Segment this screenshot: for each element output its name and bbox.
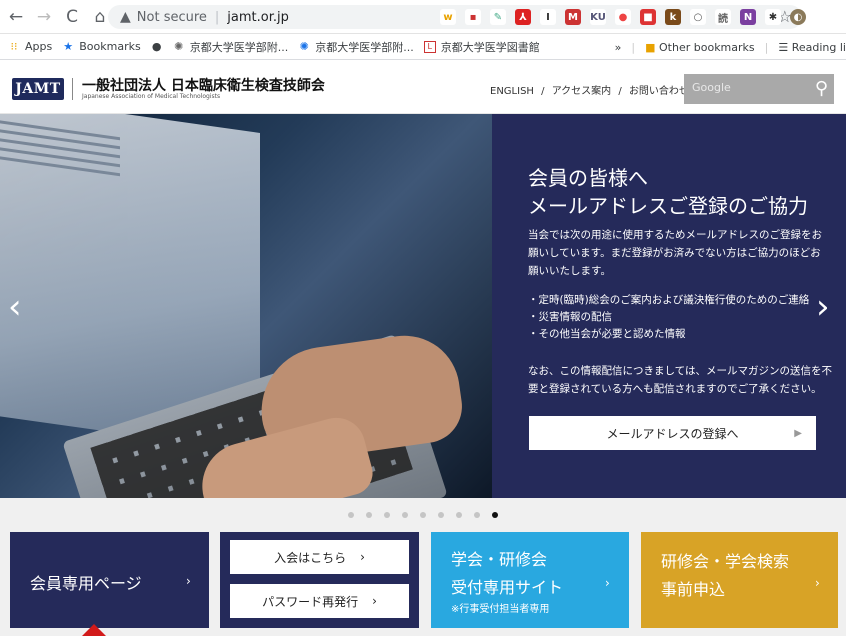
slider-dot[interactable] — [456, 512, 462, 518]
extension-pdf-icon[interactable]: ⅄ — [515, 9, 531, 25]
extension-icons: w ▪ ✎ ⅄ I M KU ● ■ k ○ 読 N ✱ ◐ — [440, 9, 806, 25]
other-bookmarks[interactable]: ■ Other bookmarks — [645, 41, 755, 54]
arrow-right-icon: ▶ — [794, 427, 802, 439]
email-register-button[interactable]: メールアドレスの登録へ ▶ — [529, 416, 816, 450]
seminar-search-tile[interactable]: 研修会・学会検索 事前申込 › — [641, 532, 838, 628]
list-item: ・災害情報の配信 — [528, 311, 612, 323]
link-separator: / — [618, 86, 622, 97]
bookmarks-right: » | ■ Other bookmarks | ☰ Reading li — [615, 34, 846, 60]
slider-dot[interactable] — [366, 512, 372, 518]
members-page-tile[interactable]: 会員専用ページ › — [10, 532, 209, 628]
extension-w-icon[interactable]: w — [440, 9, 456, 25]
forward-icon[interactable]: → — [32, 5, 56, 29]
site-search[interactable]: Google ⚲ — [684, 74, 834, 104]
hero-body: 当会では次の用途に使用するためメールアドレスのご登録をお願いしています。まだ登録… — [528, 229, 822, 277]
hero-list: ・定時(臨時)総会のご案内および議決権行使のためのご連絡 ・災害情報の配信 ・そ… — [528, 292, 828, 343]
bookmark-kyoto-library[interactable]: L 京都大学医学図書館 — [423, 39, 540, 55]
header-links: ENGLISH / アクセス案内 / お問い合わせ — [488, 82, 691, 97]
chevron-right-icon: › — [605, 576, 610, 590]
back-icon[interactable]: ← — [4, 5, 28, 29]
url-text: jamt.or.jp — [227, 9, 289, 25]
slider-dot-active[interactable] — [492, 512, 498, 518]
extension-i-icon[interactable]: I — [540, 9, 556, 25]
extension-circle-icon[interactable]: ○ — [690, 9, 706, 25]
hero-photo — [0, 114, 492, 498]
slider-dot[interactable] — [420, 512, 426, 518]
hero-panel: 会員の皆様へ メールアドレスご登録のご協力 当会では次の用途に使用するためメール… — [492, 114, 846, 498]
extension-square-icon[interactable]: ■ — [640, 9, 656, 25]
jamt-logo[interactable]: JAMT — [12, 78, 64, 100]
link-contact[interactable]: お問い合わせ — [629, 86, 689, 97]
url-separator: | — [214, 9, 220, 25]
chevron-right-icon: › — [360, 550, 365, 564]
bookmark-bookmarks[interactable]: ★ Bookmarks — [62, 40, 140, 53]
org-subtitle: Japanese Association of Medical Technolo… — [82, 93, 221, 100]
slider-next-icon[interactable]: › — [816, 290, 830, 324]
bookmark-globe[interactable]: ● — [151, 40, 163, 53]
slider-dot[interactable] — [384, 512, 390, 518]
reading-list-icon: ☰ — [778, 40, 789, 54]
profile-avatar[interactable]: ◐ — [790, 9, 806, 25]
extension-kanji-icon[interactable]: 読 — [715, 9, 731, 25]
hero-slider: 会員の皆様へ メールアドレスご登録のご協力 当会では次の用途に使用するためメール… — [0, 114, 846, 498]
chevron-right-icon: › — [186, 574, 191, 588]
quick-links: 会員専用ページ › 入会はこちら › パスワード再発行 › 学会・研修会 受付専… — [0, 532, 846, 636]
library-icon: L — [423, 40, 436, 53]
warning-icon: ▲ — [120, 9, 131, 25]
hero-title: 会員の皆様へ メールアドレスご登録のご協力 — [528, 166, 808, 218]
kyoto-logo-icon: ✺ — [299, 40, 309, 53]
slider-dot[interactable] — [348, 512, 354, 518]
extension-puzzle-icon[interactable]: ✱ — [765, 9, 781, 25]
hero-note: なお、この情報配信につきましては、メールマガジンの送信を不要と登録されている方へ… — [528, 365, 832, 395]
kyoto-logo-icon: ✺ — [174, 40, 184, 53]
bookmark-apps[interactable]: ⁝⁝ Apps — [8, 40, 53, 53]
extension-red-icon[interactable]: ▪ — [465, 9, 481, 25]
not-secure-label: Not secure — [136, 9, 207, 25]
search-icon[interactable]: ⚲ — [815, 78, 828, 99]
apps-grid-icon: ⁝⁝ — [10, 40, 18, 53]
bookmark-kyoto-2[interactable]: ✺ 京都大学医学部附... — [298, 39, 414, 55]
join-button[interactable]: 入会はこちら › — [230, 540, 409, 574]
search-placeholder: Google — [692, 81, 731, 94]
extension-chrome-icon[interactable]: ● — [615, 9, 631, 25]
bookmarks-bar: ⁝⁝ Apps ★ Bookmarks ● ✺ 京都大学医学部附... ✺ 京都… — [0, 34, 846, 60]
chevron-right-icon: › — [372, 594, 377, 608]
annotation-triangle — [82, 624, 106, 636]
slider-dot[interactable] — [438, 512, 444, 518]
globe-icon: ● — [151, 40, 162, 53]
conference-registration-tile[interactable]: 学会・研修会 受付専用サイト ※行事受付担当者専用 › — [431, 532, 629, 628]
folder-icon: ■ — [645, 40, 656, 54]
extension-onenote-icon[interactable]: N — [740, 9, 756, 25]
org-name: 一般社団法人 日本臨床衛生検査技師会 — [82, 78, 325, 94]
divider: | — [631, 40, 636, 54]
slider-prev-icon[interactable]: ‹ — [8, 290, 22, 324]
logo-divider — [72, 78, 73, 100]
extension-pencil-icon[interactable]: ✎ — [490, 9, 506, 25]
extension-ku-icon[interactable]: KU — [590, 9, 606, 25]
password-reissue-button[interactable]: パスワード再発行 › — [230, 584, 409, 618]
more-bookmarks-chevron[interactable]: » — [615, 41, 622, 54]
list-item: ・定時(臨時)総会のご案内および議決権行使のためのご連絡 — [528, 294, 810, 306]
reading-list[interactable]: ☰ Reading li — [778, 41, 846, 54]
slider-dot[interactable] — [402, 512, 408, 518]
slider-dots — [0, 498, 846, 532]
membership-tile: 入会はこちら › パスワード再発行 › — [220, 532, 419, 628]
list-item: ・その他当会が必要と認めた情報 — [528, 328, 686, 340]
divider: | — [764, 40, 769, 54]
slider-dot[interactable] — [474, 512, 480, 518]
chevron-right-icon: › — [815, 576, 820, 590]
link-separator: / — [541, 86, 545, 97]
site-header: JAMT 一般社団法人 日本臨床衛生検査技師会 Japanese Associa… — [0, 60, 846, 114]
extension-k-icon[interactable]: k — [665, 9, 681, 25]
bookmark-kyoto-1[interactable]: ✺ 京都大学医学部附... — [173, 39, 288, 55]
star-icon: ★ — [63, 40, 74, 53]
reload-icon[interactable]: C — [60, 5, 84, 29]
link-english[interactable]: ENGLISH — [490, 86, 534, 97]
extension-m-icon[interactable]: M — [565, 9, 581, 25]
link-access[interactable]: アクセス案内 — [552, 86, 612, 97]
